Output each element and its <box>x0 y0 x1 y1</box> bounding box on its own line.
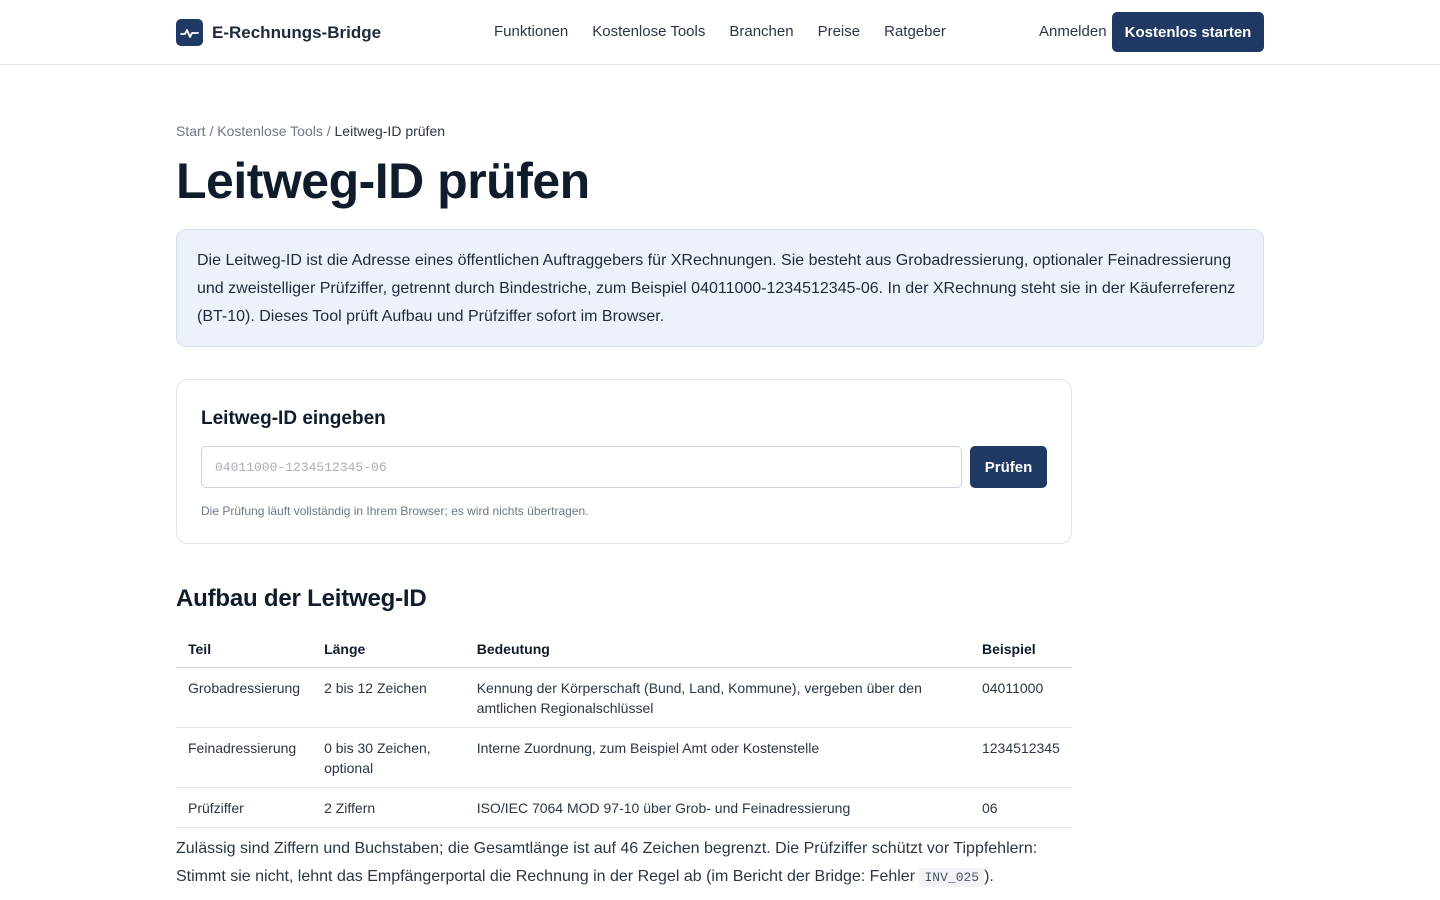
column-header: Länge <box>312 632 465 668</box>
page-title: Leitweg-ID prüfen <box>176 153 590 209</box>
structure-table: Teil Länge Bedeutung Beispiel Grobadress… <box>176 632 1072 828</box>
note-paragraph: Zulässig sind Ziffern und Buchstaben; di… <box>176 835 1076 892</box>
brand-name: E-Rechnungs-Bridge <box>212 22 382 42</box>
table-cell: 06 <box>969 787 1072 828</box>
column-header: Teil <box>176 632 313 668</box>
table-cell: Kennung der Körperschaft (Bund, Land, Ko… <box>464 667 970 728</box>
table-cell: 1234512345 <box>969 727 1072 788</box>
start-free-button[interactable]: Kostenlos starten <box>1112 12 1264 52</box>
check-button[interactable]: Prüfen <box>970 446 1047 488</box>
note-end: ). <box>984 868 994 885</box>
table-row: Feinadressierung 0 bis 30 Zeichen, optio… <box>176 727 1072 788</box>
nav-preise[interactable]: Preise <box>818 23 861 40</box>
breadcrumb: Start / Kostenlose Tools / Leitweg-ID pr… <box>176 123 445 139</box>
table-row: Prüfziffer 2 Ziffern ISO/IEC 7064 MOD 97… <box>176 787 1072 828</box>
table-cell: Prüfziffer <box>176 787 313 828</box>
tool-card: Leitweg-ID eingeben Prüfen Die Prüfung l… <box>176 379 1072 544</box>
pulse-logo-icon <box>176 19 203 46</box>
brand[interactable]: E-Rechnungs-Bridge <box>176 19 381 46</box>
table-cell: Grobadressierung <box>176 667 313 728</box>
nav-branchen[interactable]: Branchen <box>729 23 793 40</box>
table-cell: ISO/IEC 7064 MOD 97-10 über Grob- und Fe… <box>464 787 970 828</box>
breadcrumb-separator: / <box>209 123 214 139</box>
table-cell: Interne Zuordnung, zum Beispiel Amt oder… <box>464 727 970 788</box>
breadcrumb-start[interactable]: Start <box>176 123 206 139</box>
breadcrumb-separator: / <box>326 123 331 139</box>
leitweg-id-input[interactable] <box>201 446 962 488</box>
tool-title: Leitweg-ID eingeben <box>201 408 386 429</box>
table-cell: 0 bis 30 Zeichen, optional <box>312 727 465 788</box>
breadcrumb-current: Leitweg-ID prüfen <box>334 123 446 139</box>
table-cell: 2 bis 12 Zeichen <box>312 667 465 728</box>
privacy-hint: Die Prüfung läuft vollständig in Ihrem B… <box>201 504 589 518</box>
main-nav: Funktionen Kostenlose Tools Branchen Pre… <box>494 23 970 40</box>
table-cell: 2 Ziffern <box>312 787 465 828</box>
column-header: Bedeutung <box>464 632 970 668</box>
table-cell: Feinadressierung <box>176 727 313 788</box>
table-cell: 04011000 <box>969 667 1072 728</box>
info-box: Die Leitweg-ID ist die Adresse eines öff… <box>176 229 1264 347</box>
table-header-row: Teil Länge Bedeutung Beispiel <box>176 632 1072 668</box>
section-title: Aufbau der Leitweg-ID <box>176 585 427 612</box>
note-text: Zulässig sind Ziffern und Buchstaben; di… <box>176 840 1038 885</box>
nav-kostenlose-tools[interactable]: Kostenlose Tools <box>592 23 705 40</box>
breadcrumb-tools[interactable]: Kostenlose Tools <box>217 123 323 139</box>
login-link[interactable]: Anmelden <box>1039 23 1107 40</box>
column-header: Beispiel <box>969 632 1072 668</box>
nav-funktionen[interactable]: Funktionen <box>494 23 568 40</box>
error-code: INV_025 <box>919 868 985 887</box>
site-header: E-Rechnungs-Bridge Funktionen Kostenlose… <box>0 0 1440 65</box>
table-row: Grobadressierung 2 bis 12 Zeichen Kennun… <box>176 667 1072 728</box>
nav-ratgeber[interactable]: Ratgeber <box>884 23 946 40</box>
